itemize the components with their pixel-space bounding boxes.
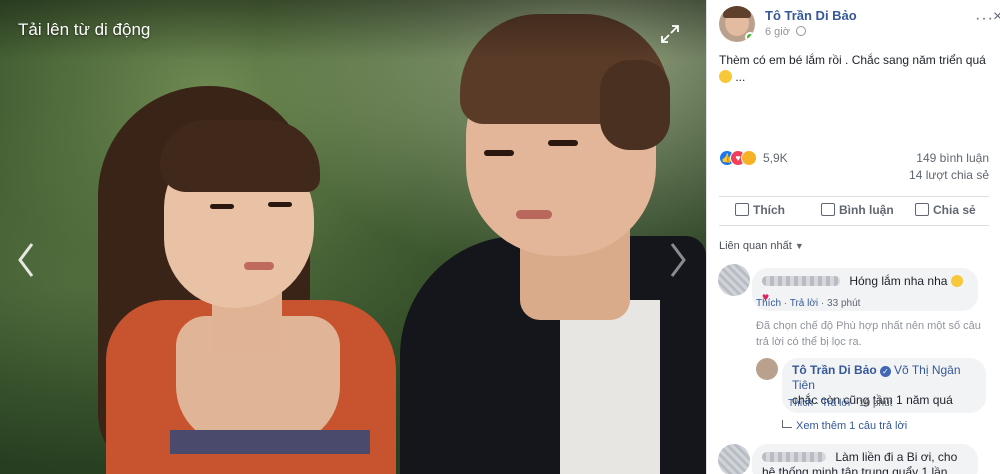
post-time[interactable]: 6 giờ — [765, 26, 790, 38]
avatar[interactable] — [718, 264, 750, 296]
reaction-count[interactable]: 5,9K — [763, 151, 788, 165]
photo-subject-dress-band — [170, 430, 370, 454]
reply-arrow-icon — [782, 420, 792, 428]
post-text-body: Thèm có em bé lắm rồi . Chắc sang năm tr… — [719, 53, 986, 67]
comment-like-link[interactable]: Thích — [756, 298, 781, 309]
speech-bubble-icon — [821, 203, 835, 216]
more-options-icon[interactable]: ··· — [975, 10, 994, 28]
share-button[interactable]: Chia sẻ — [915, 203, 976, 217]
reply-reply-link[interactable]: Trả lời — [822, 398, 850, 409]
comment-bubble: Làm liền đi a Bi ơi, cho hệ thống minh t… — [752, 444, 978, 474]
photo-subject-eye — [548, 140, 578, 146]
comment-time[interactable]: 33 phút — [827, 298, 860, 309]
avatar[interactable] — [719, 6, 755, 42]
photo-viewer: Tải lên từ di động Tô Trần Di Bảo 6 giờ … — [0, 0, 1000, 474]
grin-emoji-icon — [719, 70, 732, 83]
close-icon[interactable]: × — [993, 8, 1000, 26]
photo-subject-eye — [210, 204, 234, 209]
photo-subject-shirt — [560, 300, 660, 474]
photo-subject-eye — [268, 202, 292, 207]
reply-author[interactable]: Tô Trần Di Bảo — [792, 363, 877, 377]
expand-icon[interactable] — [660, 24, 680, 44]
comment-actions: Thích · Trả lời · 33 phút — [756, 298, 861, 309]
comment-count[interactable]: 149 bình luận — [916, 151, 989, 165]
share-count[interactable]: 14 lượt chia sẻ — [909, 168, 989, 182]
album-title[interactable]: Tải lên từ di động — [18, 20, 150, 40]
photo-subject-hair — [600, 60, 670, 150]
filtered-notice: Đã chọn chế độ Phù hợp nhất nên một số c… — [756, 320, 981, 348]
see-more-replies-link[interactable]: Xem thêm 1 câu trả lời — [782, 420, 907, 432]
comment-button[interactable]: Bình luận — [821, 203, 894, 217]
comment-sort-dropdown[interactable]: Liên quan nhất ▼ — [719, 240, 804, 252]
commenter-name-redacted[interactable] — [762, 276, 840, 286]
post-text-tail: ... — [735, 70, 746, 84]
reply-time[interactable]: 19 phút — [859, 398, 892, 409]
thumbs-up-icon — [735, 203, 749, 216]
avatar[interactable] — [718, 444, 750, 474]
chevron-left-icon[interactable] — [12, 238, 40, 282]
commenter-name-redacted[interactable] — [762, 452, 826, 462]
comment-reply-link[interactable]: Trả lời — [790, 298, 818, 309]
laughing-emoji-icon — [950, 275, 963, 287]
reply-actions: Thích · Trả lời · 19 phút — [788, 398, 893, 409]
comment-text: Hóng lắm nha nha — [849, 274, 948, 288]
globe-icon — [796, 26, 807, 36]
share-arrow-icon — [915, 203, 929, 216]
post-timestamp[interactable]: 6 giờ — [765, 26, 807, 38]
verified-badge-icon: ✓ — [880, 366, 892, 377]
post-actions: Thích Bình luận Chia sẻ — [719, 196, 989, 226]
caret-down-icon: ▼ — [794, 241, 804, 251]
avatar[interactable] — [756, 358, 778, 380]
like-button[interactable]: Thích — [735, 203, 785, 217]
photo-subject-lips — [244, 262, 274, 270]
post-text: Thèm có em bé lắm rồi . Chắc sang năm tr… — [719, 52, 989, 86]
online-status-icon — [745, 32, 755, 42]
photo-subject-eye — [484, 150, 514, 156]
photo-subject-lips — [516, 210, 552, 219]
post-stats: 👍 ♥ 5,9K 149 bình luận 14 lượt chia sẻ — [719, 150, 995, 190]
chevron-right-icon[interactable] — [664, 238, 692, 282]
haha-reaction-icon — [741, 150, 757, 166]
post-author[interactable]: Tô Trần Di Bảo — [765, 8, 857, 23]
photo-subject-bangs — [160, 120, 320, 192]
post-header: Tô Trần Di Bảo 6 giờ ··· × — [719, 6, 1000, 42]
post-photo[interactable]: Tải lên từ di động — [0, 0, 706, 474]
reply-like-link[interactable]: Thích — [788, 398, 813, 409]
